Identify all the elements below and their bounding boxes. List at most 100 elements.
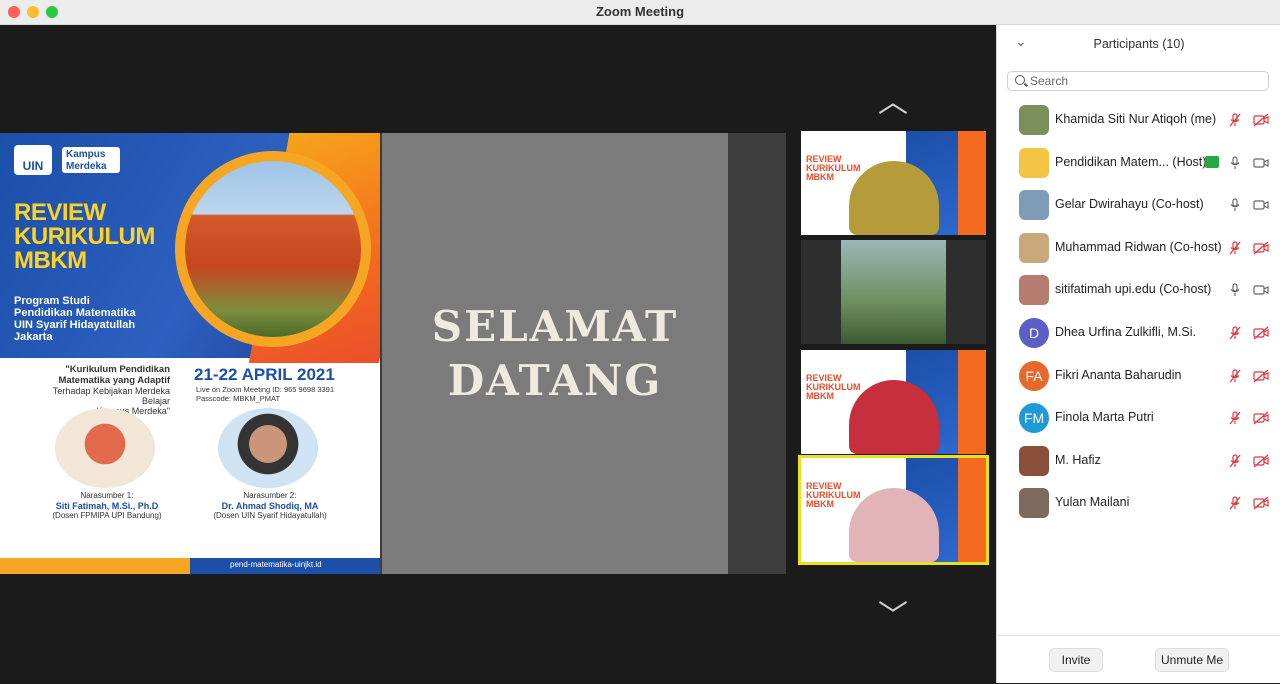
program-text: Program Studi Pendidikan Matematika UIN … (14, 295, 136, 343)
speaker1-affiliation: (Dosen FPMIPA UPI Bandung) (52, 511, 162, 520)
poster-footer-bar (0, 558, 380, 574)
speaker1-caption: Narasumber 1: Siti Fatimah, M.Si., Ph.D … (12, 491, 202, 521)
poster-heading: REVIEW KURIKULUM MBKM (14, 201, 155, 273)
video-thumbnail[interactable]: REVIEW KURIKULUM MBKM (801, 131, 986, 235)
heading-line: KURIKULUM (14, 223, 155, 250)
panel-footer: Invite Unmute Me (997, 635, 1280, 684)
video-thumbnail[interactable] (801, 240, 986, 344)
thumbnail-slide-text: REVIEW KURIKULUM MBKM (806, 373, 861, 401)
avatar: FM (1019, 403, 1049, 434)
event-poster: UIN Kampus Merdeka REVIEW KURIKULUM MBKM… (0, 133, 380, 574)
unmute-me-button[interactable]: Unmute Me (1155, 648, 1229, 672)
poster-website: pend-matematika-uinjkt.id (230, 560, 322, 569)
mic-muted-icon[interactable] (1229, 496, 1241, 510)
quote-line: "Kurikulum Pendidikan (65, 364, 170, 375)
speaker2-label: Narasumber 2: (243, 491, 297, 500)
video-thumbnail[interactable]: REVIEW KURIKULUM MBKM (801, 350, 986, 454)
speaker1-name: Siti Fatimah, M.Si., Ph.D (55, 501, 159, 511)
passcode-text: Passcode: MBKM_PMAT (196, 394, 281, 403)
video-off-icon[interactable] (1253, 454, 1269, 468)
welcome-line: SELAMAT (431, 301, 679, 351)
participant-row[interactable]: Pendidikan Matem... (Host) (997, 143, 1280, 183)
avatar (1019, 147, 1049, 178)
quote-line: Terhadap Kebijakan Merdeka Belajar (52, 386, 170, 406)
avatar: FA (1019, 360, 1049, 391)
mic-muted-icon[interactable] (1229, 454, 1241, 468)
mic-muted-icon[interactable] (1229, 241, 1241, 255)
video-off-icon[interactable] (1253, 369, 1269, 383)
kampus-merdeka-logo: Kampus Merdeka (62, 147, 120, 173)
quote-line: Matematika yang Adaptif (58, 375, 170, 386)
search-icon (1015, 75, 1025, 85)
participant-row[interactable]: FA Fikri Ananta Baharudin (997, 356, 1280, 396)
chevron-up-icon[interactable]: ︿ (878, 77, 908, 121)
participants-panel: ⌄ Participants (10) Search Khamida Siti … (996, 25, 1280, 683)
mic-muted-icon[interactable] (1229, 411, 1241, 425)
participant-name: Pendidikan Matem... (Host) (1055, 154, 1207, 169)
mic-icon[interactable] (1229, 155, 1241, 170)
participant-row[interactable]: Muhammad Ridwan (Co-host) (997, 228, 1280, 268)
participant-row[interactable]: D Dhea Urfina Zulkifli, M.Si. (997, 313, 1280, 353)
participant-name: Yulan Mailani (1055, 495, 1130, 510)
active-speaker-thumbnail[interactable]: REVIEW KURIKULUM MBKM (798, 455, 989, 565)
avatar (1019, 275, 1049, 306)
meeting-id-text: Live on Zoom Meeting ID: 965 9698 3391 (196, 385, 335, 394)
participant-video (841, 240, 946, 344)
avatar (1019, 445, 1049, 476)
participant-name: sitifatimah upi.edu (Co-host) (1055, 282, 1212, 297)
participant-name: Gelar Dwirahayu (Co-host) (1055, 197, 1204, 212)
mic-icon[interactable] (1229, 198, 1241, 212)
speaker1-label: Narasumber 1: (80, 491, 134, 500)
speaker2-caption: Narasumber 2: Dr. Ahmad Shodiq, MA (Dose… (175, 491, 365, 521)
video-icon[interactable] (1253, 156, 1269, 170)
video-off-icon[interactable] (1253, 113, 1269, 127)
invite-button[interactable]: Invite (1049, 648, 1103, 672)
video-off-icon[interactable] (1253, 241, 1269, 255)
meeting-stage: UIN Kampus Merdeka REVIEW KURIKULUM MBKM… (0, 25, 995, 683)
participants-header: Participants (10) (1093, 37, 1185, 51)
welcome-slide: SELAMAT DATANG (382, 133, 728, 574)
program-line: Pendidikan Matematika (14, 307, 136, 319)
participant-row[interactable]: Gelar Dwirahayu (Co-host) (997, 185, 1280, 225)
speaker1-photo (55, 408, 155, 488)
participant-name: Dhea Urfina Zulkifli, M.Si. (1055, 325, 1197, 339)
program-line: Program Studi (14, 295, 90, 307)
uin-logo: UIN (14, 145, 52, 175)
window-title: Zoom Meeting (595, 4, 685, 19)
shared-screen: UIN Kampus Merdeka REVIEW KURIKULUM MBKM… (0, 133, 786, 574)
event-date: 21-22 APRIL 2021 (194, 365, 335, 384)
mic-muted-icon[interactable] (1229, 368, 1241, 383)
avatar (1019, 232, 1049, 263)
program-line: Jakarta (14, 331, 53, 343)
program-line: UIN Syarif Hidayatullah (14, 319, 136, 331)
participant-name: Finola Marta Putri (1055, 410, 1154, 425)
video-off-icon[interactable] (1253, 411, 1269, 425)
video-icon[interactable] (1253, 283, 1269, 297)
mic-muted-icon[interactable] (1229, 326, 1241, 340)
video-off-icon[interactable] (1253, 496, 1269, 510)
participant-row[interactable]: M. Hafiz (997, 441, 1280, 481)
video-icon[interactable] (1253, 198, 1269, 212)
chevron-down-icon[interactable]: ﹀ (878, 591, 908, 635)
participant-row[interactable]: Khamida Siti Nur Atiqoh (me) (997, 100, 1280, 140)
participant-name: Muhammad Ridwan (Co-host) (1055, 239, 1222, 254)
avatar: D (1019, 318, 1049, 348)
mic-icon[interactable] (1229, 283, 1241, 297)
heading-line: MBKM (14, 247, 87, 274)
speaker2-photo (218, 408, 318, 488)
participant-row[interactable]: Yulan Mailani (997, 483, 1280, 523)
participant-row[interactable]: sitifatimah upi.edu (Co-host) (997, 270, 1280, 310)
heading-line: REVIEW (14, 199, 106, 226)
window-titlebar: Zoom Meeting (0, 0, 1280, 25)
speaker2-affiliation: (Dosen UIN Syarif Hidayatullah) (213, 511, 327, 520)
participant-name: Fikri Ananta Baharudin (1055, 367, 1182, 382)
participant-row[interactable]: FM Finola Marta Putri (997, 398, 1280, 438)
avatar (1019, 488, 1049, 519)
thumbnail-slide-text: REVIEW KURIKULUM MBKM (806, 154, 861, 182)
search-input[interactable]: Search (1007, 71, 1269, 91)
speaker2-name: Dr. Ahmad Shodiq, MA (221, 501, 319, 511)
mic-muted-icon[interactable] (1229, 113, 1241, 127)
video-off-icon[interactable] (1253, 326, 1269, 340)
screen-share-icon (1205, 155, 1219, 168)
meeting-info: Live on Zoom Meeting ID: 965 9698 3391 P… (196, 385, 334, 403)
